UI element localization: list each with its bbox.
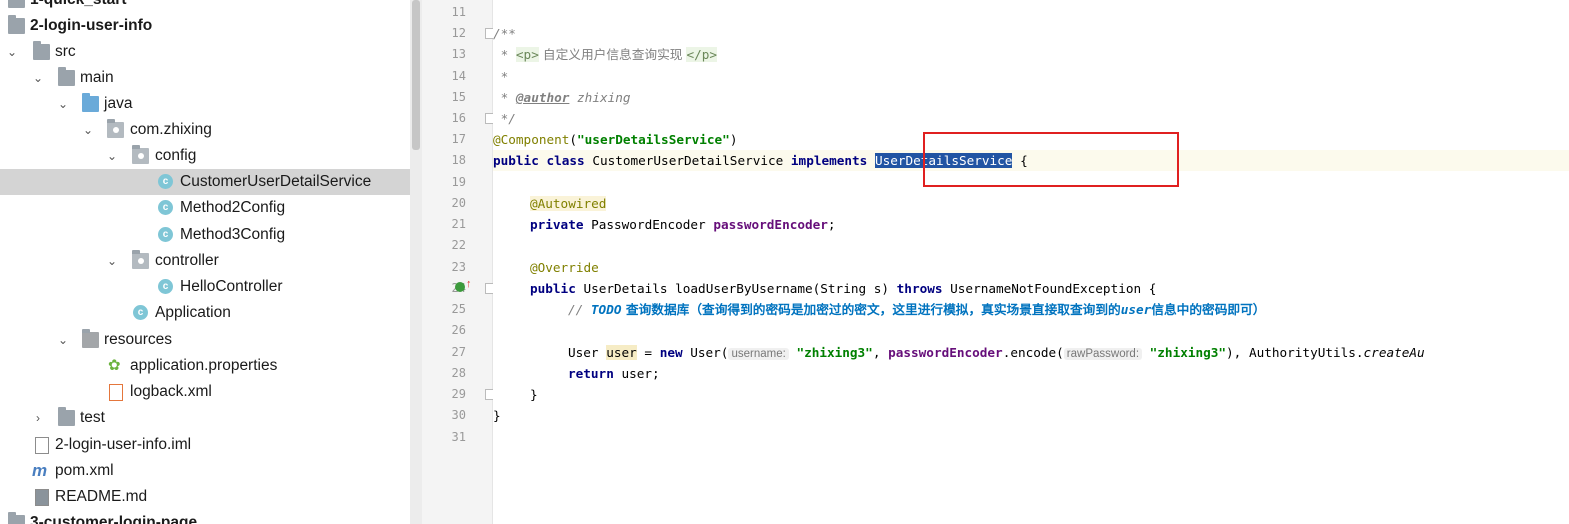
code-line-12: /** — [493, 26, 516, 41]
tree-item-config[interactable]: ⌄ config — [0, 143, 410, 169]
code-editor[interactable]: /** * <p> 自定义用户信息查询实现 </p> * * @author z… — [493, 0, 1569, 524]
parameter-hint: rawPassword: — [1063, 348, 1143, 360]
code-line-15: * @author zhixing — [493, 90, 631, 105]
highlight-box — [923, 132, 1179, 187]
class-icon: c — [158, 227, 173, 242]
line-number: 14 — [451, 69, 466, 83]
tree-item-application[interactable]: c Application — [0, 300, 410, 326]
folder-icon — [58, 407, 75, 426]
chevron-down-icon[interactable]: ⌄ — [105, 143, 119, 169]
tree-item-com-zhixing[interactable]: ⌄ com.zhixing — [0, 117, 410, 143]
spring-properties-icon: ✿ — [108, 357, 121, 374]
source-folder-icon — [82, 93, 99, 112]
code-line-24: public UserDetails loadUserByUsername(St… — [530, 281, 1157, 296]
code-line-29: } — [530, 387, 538, 402]
code-line-20: @Autowired — [530, 196, 607, 211]
tree-item-java[interactable]: ⌄ java — [0, 91, 410, 117]
line-number: 11 — [451, 5, 466, 19]
scrollbar-thumb[interactable] — [412, 0, 420, 150]
chevron-down-icon[interactable]: ⌄ — [5, 39, 19, 65]
chevron-down-icon[interactable]: ⌄ — [56, 327, 70, 353]
package-icon — [132, 145, 149, 164]
tree-item-3-customer-login-page[interactable]: 3-customer-login-page — [0, 510, 410, 524]
line-number: 31 — [451, 430, 466, 444]
chevron-down-icon[interactable]: ⌄ — [105, 248, 119, 274]
line-number: 30 — [451, 408, 466, 422]
editor-gutter: 11 12 13 14 15 16 17 18 19 20 21 22 23 2… — [422, 0, 496, 524]
code-line-13: * <p> 自定义用户信息查询实现 </p> — [493, 47, 718, 62]
line-number: 26 — [451, 323, 466, 337]
line-number: 25 — [451, 302, 466, 316]
package-icon — [107, 119, 124, 138]
tree-item-controller[interactable]: ⌄ controller — [0, 248, 410, 274]
code-line-28: return user; — [568, 366, 660, 381]
project-tree[interactable]: 1-quick_start 2-login-user-info ⌄ src ⌄ … — [0, 0, 410, 524]
line-number: 23 — [451, 260, 466, 274]
xml-file-icon — [109, 384, 123, 401]
chevron-down-icon[interactable]: ⌄ — [31, 65, 45, 91]
code-line-21: private PasswordEncoder passwordEncoder; — [530, 217, 836, 232]
tree-item-test[interactable]: › test — [0, 405, 410, 431]
code-line-14: * — [493, 69, 509, 84]
tree-item-2-login-user-info[interactable]: 2-login-user-info — [0, 13, 410, 39]
package-icon — [132, 250, 149, 269]
tree-item-pom-xml[interactable]: m pom.xml — [0, 458, 410, 484]
arrow-up-icon: ↑ — [466, 278, 472, 290]
class-icon: c — [158, 174, 173, 189]
module-folder-icon — [8, 15, 25, 34]
tree-item-logback-xml[interactable]: logback.xml — [0, 379, 410, 405]
tree-item-src[interactable]: ⌄ src — [0, 39, 410, 65]
tree-item-method2config[interactable]: c Method2Config — [0, 195, 410, 221]
tree-item-readme[interactable]: README.md — [0, 484, 410, 510]
tree-item-main[interactable]: ⌄ main — [0, 65, 410, 91]
chevron-right-icon[interactable]: › — [31, 405, 45, 431]
code-line-25: // TODO 查询数据库（查询得到的密码是加密过的密文，这里进行模拟，真实场景… — [568, 302, 1266, 317]
markdown-file-icon — [35, 489, 49, 506]
tree-item-1-quick-start[interactable]: 1-quick_start — [0, 0, 410, 13]
tree-item-method3config[interactable]: c Method3Config — [0, 222, 410, 248]
line-number: 12 — [451, 26, 466, 40]
override-implements-icon[interactable] — [455, 282, 465, 292]
code-line-16: */ — [493, 111, 516, 126]
chevron-down-icon[interactable]: ⌄ — [56, 91, 70, 117]
line-number: 29 — [451, 387, 466, 401]
line-number: 13 — [451, 47, 466, 61]
chevron-down-icon[interactable]: ⌄ — [81, 117, 95, 143]
parameter-hint: username: — [728, 348, 789, 360]
resources-folder-icon — [82, 329, 99, 348]
line-number: 18 — [451, 153, 466, 167]
code-line-23: @Override — [530, 260, 599, 275]
line-number: 21 — [451, 217, 466, 231]
code-line-30: } — [493, 408, 501, 423]
line-number: 16 — [451, 111, 466, 125]
maven-icon: m — [32, 461, 48, 480]
module-folder-icon — [8, 512, 25, 524]
tree-item-resources[interactable]: ⌄ resources — [0, 327, 410, 353]
class-icon: c — [158, 200, 173, 215]
folder-icon — [58, 67, 75, 86]
class-icon: c — [158, 279, 173, 294]
line-number: 28 — [451, 366, 466, 380]
iml-file-icon — [35, 437, 49, 454]
tree-item-hello-controller[interactable]: c HelloController — [0, 274, 410, 300]
line-number: 22 — [451, 238, 466, 252]
line-number: 27 — [451, 345, 466, 359]
line-number: 17 — [451, 132, 466, 146]
tree-item-customer-user-detail-service[interactable]: c CustomerUserDetailService — [0, 169, 410, 195]
line-number: 15 — [451, 90, 466, 104]
tree-item-iml[interactable]: 2-login-user-info.iml — [0, 432, 410, 458]
spring-boot-app-class-icon: c — [133, 305, 148, 320]
line-number: 19 — [451, 175, 466, 189]
code-line-27: User user = new User(username: "zhixing3… — [568, 345, 1425, 360]
line-number: 20 — [451, 196, 466, 210]
folder-icon — [33, 41, 50, 60]
tree-item-application-properties[interactable]: ✿ application.properties — [0, 353, 410, 379]
module-folder-icon — [8, 0, 25, 8]
tree-scrollbar[interactable] — [410, 0, 422, 524]
